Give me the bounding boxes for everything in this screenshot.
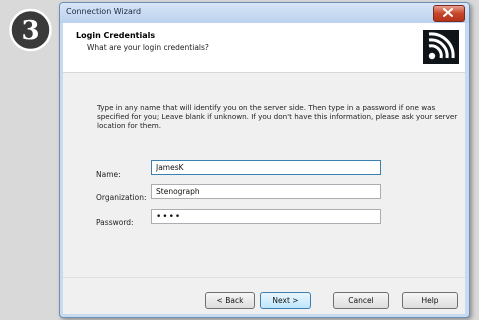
name-label: Name:: [96, 170, 121, 179]
intro-text: Type in any name that will identify you …: [97, 103, 458, 130]
back-button[interactable]: < Back: [205, 292, 255, 309]
close-button[interactable]: [433, 5, 465, 22]
window-title: Connection Wizard: [66, 7, 142, 16]
page-title: Login Credentials: [76, 31, 156, 40]
header-logo: [423, 30, 459, 64]
wizard-body: Type in any name that will identify you …: [63, 73, 465, 277]
wizard-window: Connection Wizard Login Credentials What…: [59, 2, 470, 318]
signal-waves-icon: [428, 32, 455, 60]
wizard-header: Login Credentials What are your login cr…: [63, 23, 465, 73]
name-field[interactable]: [151, 160, 381, 175]
organization-field[interactable]: [151, 184, 381, 199]
next-button[interactable]: Next >: [260, 292, 311, 309]
wizard-content: Login Credentials What are your login cr…: [63, 23, 465, 314]
step-number-badge: 3: [9, 8, 52, 52]
close-icon: [443, 8, 453, 17]
organization-label: Organization:: [96, 193, 147, 202]
cancel-button[interactable]: Cancel: [333, 292, 389, 309]
page-subtitle: What are your login credentials?: [87, 43, 209, 52]
password-mask: ••••: [156, 212, 182, 222]
help-button[interactable]: Help: [402, 292, 458, 309]
title-bar: Connection Wizard: [60, 3, 469, 23]
wizard-footer: < Back Next > Cancel Help: [63, 277, 465, 314]
step-number-text: 3: [21, 16, 39, 46]
password-label: Password:: [96, 218, 134, 227]
password-field[interactable]: ••••: [151, 209, 381, 224]
